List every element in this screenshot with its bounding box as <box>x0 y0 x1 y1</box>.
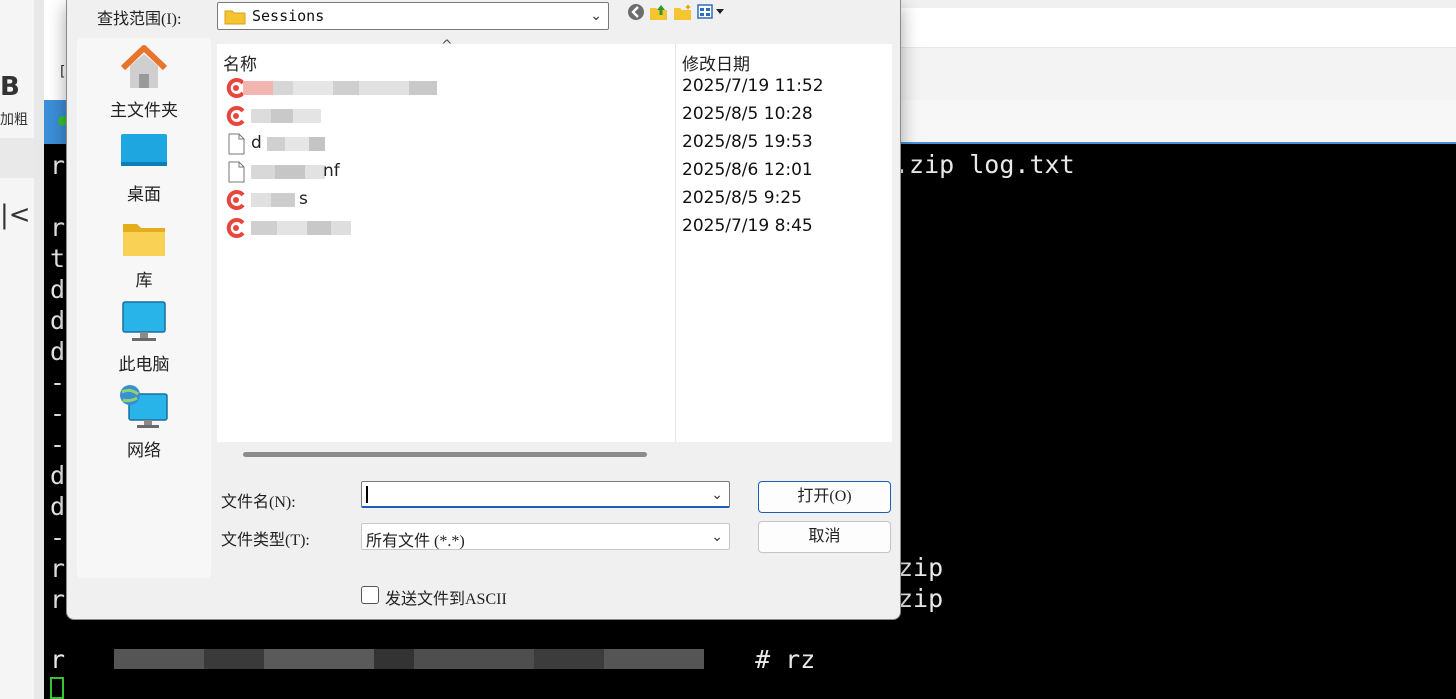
file-row[interactable]: 2025/7/19 11:52 <box>217 74 892 102</box>
chevron-down-icon: ⌄ <box>711 529 723 545</box>
sort-ascending-icon: ^ <box>441 38 453 54</box>
network-icon <box>120 385 168 428</box>
place-this-pc[interactable]: 此电脑 <box>77 300 211 375</box>
bold-label: 加粗 <box>0 112 28 128</box>
file-row[interactable]: 2025/7/19 8:45 <box>217 214 892 242</box>
chevron-down-icon: ⌄ <box>590 8 602 24</box>
place-label: 主文件夹 <box>110 101 178 121</box>
document-icon <box>228 133 245 155</box>
chevron-down-icon[interactable]: ⌄ <box>711 487 723 503</box>
place-desktop[interactable]: 桌面 <box>77 130 211 205</box>
window-frame <box>34 0 44 699</box>
redacted-name <box>251 220 351 236</box>
toolbar-bracket-icon: [ <box>60 64 66 80</box>
terminal-left-column: r r t d d d - - - d d - r r <box>50 151 66 614</box>
file-list[interactable]: ^ 名称 修改日期 2025/7/19 11:52 2025/8/5 10:28… <box>217 38 892 442</box>
look-in-label: 查找范围(I): <box>97 11 182 28</box>
back-icon[interactable] <box>627 3 645 25</box>
file-modified: 2025/7/19 11:52 <box>682 76 824 96</box>
file-name: s <box>299 189 308 209</box>
window-top-strip <box>900 0 1456 8</box>
file-name-input[interactable]: ⌄ <box>361 481 730 508</box>
cancel-button[interactable]: 取消 <box>758 521 891 553</box>
file-modified: 2025/8/5 9:25 <box>682 188 802 208</box>
new-folder-icon[interactable] <box>673 3 693 25</box>
file-type-dropdown[interactable]: 所有文件 (*.*) ⌄ <box>361 523 730 550</box>
horizontal-scrollbar[interactable] <box>243 452 647 457</box>
open-button[interactable]: 打开(O) <box>758 481 891 513</box>
file-modified: 2025/8/5 19:53 <box>682 132 813 152</box>
ascii-checkbox-label[interactable]: 发送文件到ASCII <box>385 585 507 609</box>
view-menu-icon[interactable] <box>697 3 729 25</box>
look-in-dropdown[interactable]: Sessions ⌄ <box>217 2 609 30</box>
place-label: 此电脑 <box>118 355 170 375</box>
redacted-name <box>251 164 325 180</box>
session-icon <box>226 218 245 238</box>
file-type-value: 所有文件 (*.*) <box>366 533 465 550</box>
home-icon <box>120 45 168 88</box>
bold-icon[interactable]: B <box>0 72 20 102</box>
terminal-line-zip-2: zip <box>898 584 944 613</box>
address-bar[interactable] <box>900 8 1456 48</box>
place-label: 库 <box>135 271 153 291</box>
session-icon <box>226 106 245 126</box>
prompt-redacted <box>114 646 764 672</box>
terminal-cursor <box>50 677 64 699</box>
look-in-value: Sessions <box>252 7 325 25</box>
place-library[interactable]: 库 <box>77 216 211 291</box>
file-name-label: 文件名(N): <box>221 494 296 511</box>
column-header-name[interactable]: 名称 <box>223 50 257 75</box>
session-tab-bar <box>900 100 1456 144</box>
file-row[interactable]: s 2025/8/5 9:25 <box>217 186 892 214</box>
file-name: d <box>251 133 262 153</box>
document-icon <box>228 161 245 183</box>
terminal-line-zip-1: zip <box>898 553 944 582</box>
redacted-name <box>243 80 437 96</box>
prompt-start: r <box>50 645 66 674</box>
ascii-checkbox[interactable] <box>361 586 379 604</box>
terminal-line-ls: .zip log.txt <box>894 150 1075 179</box>
redacted-name <box>251 108 321 124</box>
computer-icon <box>122 301 166 341</box>
file-name: nf <box>323 161 340 181</box>
file-type-label: 文件类型(T): <box>221 532 310 549</box>
file-row[interactable]: d 2025/8/5 19:53 <box>217 130 892 158</box>
desktop-icon <box>121 134 167 166</box>
session-icon <box>226 190 245 210</box>
file-modified: 2025/7/19 8:45 <box>682 216 813 236</box>
place-label: 网络 <box>127 441 161 461</box>
place-label: 桌面 <box>127 185 161 205</box>
file-row[interactable]: nf 2025/8/6 12:01 <box>217 158 892 186</box>
places-bar: 主文件夹 桌面 库 此电脑 网络 <box>77 38 211 578</box>
up-folder-icon[interactable] <box>649 3 669 25</box>
text-caret <box>366 486 368 503</box>
place-home[interactable]: 主文件夹 <box>77 44 211 121</box>
panel-separator <box>0 138 34 178</box>
redacted-name <box>251 192 295 208</box>
folder-icon <box>224 10 246 25</box>
file-modified: 2025/8/6 12:01 <box>682 160 813 180</box>
skip-back-icon[interactable]: |< <box>0 200 31 230</box>
app-toolbar <box>900 48 1456 100</box>
library-folder-icon <box>123 224 165 256</box>
open-file-dialog: 查找范围(I): Sessions ⌄ 主文件夹 桌面 库 此电脑 网络 ^ 名… <box>66 0 901 620</box>
place-network[interactable]: 网络 <box>77 384 211 461</box>
column-header-modified[interactable]: 修改日期 <box>682 50 750 75</box>
prompt-command: # rz <box>755 645 816 674</box>
redacted-name <box>267 136 325 152</box>
file-row[interactable]: 2025/8/5 10:28 <box>217 102 892 130</box>
file-modified: 2025/8/5 10:28 <box>682 104 813 124</box>
